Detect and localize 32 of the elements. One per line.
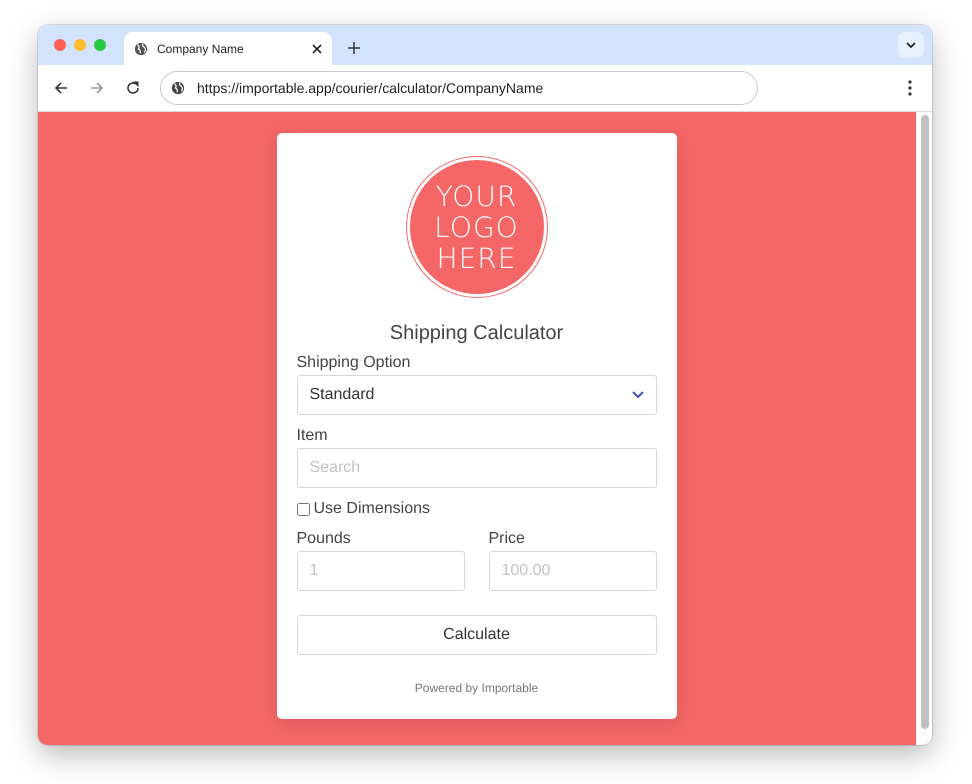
logo-text: LOGO: [434, 212, 519, 242]
chevron-down-icon: [632, 391, 644, 399]
reload-icon[interactable]: [126, 81, 140, 95]
calculator-title: Shipping Calculator: [388, 322, 564, 345]
tab-title: Company Name: [157, 42, 245, 56]
field-label: Item: [296, 427, 329, 445]
pounds-field[interactable]: 1: [296, 551, 464, 591]
forward-icon[interactable]: [90, 81, 104, 95]
globe-icon: [134, 42, 148, 56]
use-dimensions-checkbox[interactable]: [296, 502, 310, 516]
shipping-option-dropdown[interactable]: Standard: [296, 375, 656, 415]
browser-tab[interactable]: Company Name: [124, 32, 332, 65]
logo-text: HERE: [436, 242, 516, 274]
checkbox-label: Use Dimensions: [314, 500, 430, 518]
chevron-down-icon: [906, 42, 916, 48]
back-icon[interactable]: [54, 81, 68, 95]
address-bar[interactable]: https://importable.app/courier/calculator/CompanyName: [160, 71, 758, 105]
logo-text: YOUR: [436, 180, 518, 212]
item-search-field[interactable]: Search: [296, 448, 656, 488]
price-field[interactable]: 100.00: [488, 551, 656, 591]
url-text: https://importable.app/courier/calculator/CompanyName: [197, 80, 544, 96]
field-label: Pounds: [296, 530, 352, 548]
close-tab-icon[interactable]: [312, 44, 322, 54]
calculate-button[interactable]: Calculate: [296, 615, 656, 655]
scrollbar[interactable]: [916, 112, 932, 745]
menu-icon[interactable]: [908, 80, 912, 96]
field-label: Price: [488, 530, 526, 548]
powered-by-text: Powered by Importable: [414, 681, 540, 695]
globe-icon: [171, 81, 185, 95]
tab-list-button[interactable]: [898, 32, 924, 58]
new-tab-icon[interactable]: [348, 42, 360, 54]
field-label: Shipping Option: [296, 354, 412, 372]
